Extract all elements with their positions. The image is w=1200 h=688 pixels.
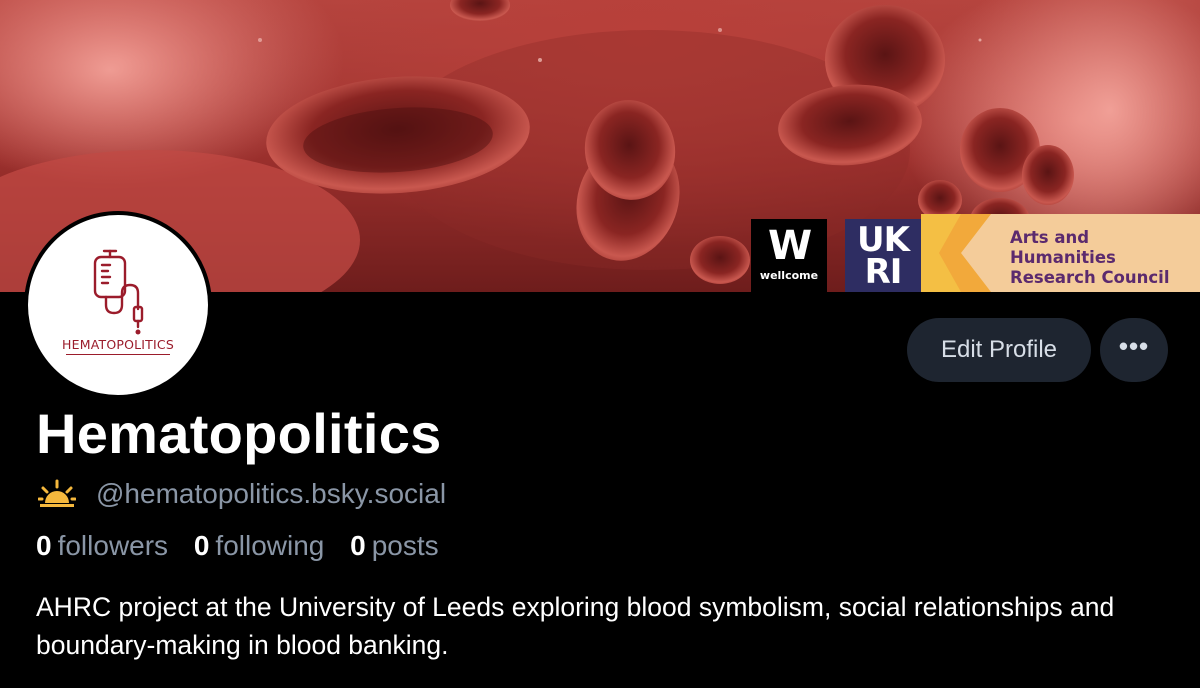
display-name: Hematopolitics — [36, 402, 442, 465]
avatar-logo-text: HEMATOPOLITICS — [62, 337, 174, 352]
wellcome-logo: W wellcome — [751, 219, 827, 292]
following-count: 0 — [193, 530, 210, 561]
more-options-button[interactable]: ••• — [1100, 318, 1168, 382]
avatar-logo-underline — [66, 354, 170, 355]
ahrc-line-2: Humanities — [1010, 248, 1116, 267]
followers-label: followers — [57, 530, 169, 561]
posts-label: posts — [371, 530, 439, 561]
avatar[interactable]: HEMATOPOLITICS — [24, 211, 212, 399]
blood-bag-icon — [93, 249, 144, 335]
edit-profile-button[interactable]: Edit Profile — [907, 318, 1091, 382]
posts-stat: 0 posts — [350, 530, 439, 561]
handle-row: @hematopolitics.bsky.social — [38, 476, 446, 512]
sunrise-icon — [38, 479, 76, 507]
profile-handle: @hematopolitics.bsky.social — [96, 478, 447, 509]
followers-count: 0 — [36, 530, 52, 561]
following-label: following — [215, 530, 325, 561]
ahrc-wordmark: Arts and Humanities Research Council — [1010, 228, 1169, 288]
posts-count: 0 — [350, 530, 366, 561]
profile-stats: 0 followers 0 following 0 posts — [36, 530, 457, 562]
ahrc-line-1: Arts and — [1010, 228, 1090, 247]
wellcome-mark: W — [767, 223, 812, 269]
ahrc-line-3: Research Council — [1010, 268, 1170, 287]
followers-link[interactable]: 0 followers — [36, 530, 168, 561]
following-link[interactable]: 0 following — [194, 530, 325, 561]
ukri-line-2: RI — [864, 252, 903, 292]
ukri-logo: UK RI — [845, 219, 921, 292]
more-options-icon: ••• — [1118, 331, 1150, 361]
avatar-image: HEMATOPOLITICS — [28, 215, 208, 395]
profile-bio: AHRC project at the University of Leeds … — [36, 592, 1115, 660]
wellcome-wordmark: wellcome — [759, 269, 819, 282]
profile-page: W wellcome UK RI Arts and Humanities Res… — [0, 0, 1200, 688]
ahrc-chevron-icon — [921, 214, 1001, 292]
